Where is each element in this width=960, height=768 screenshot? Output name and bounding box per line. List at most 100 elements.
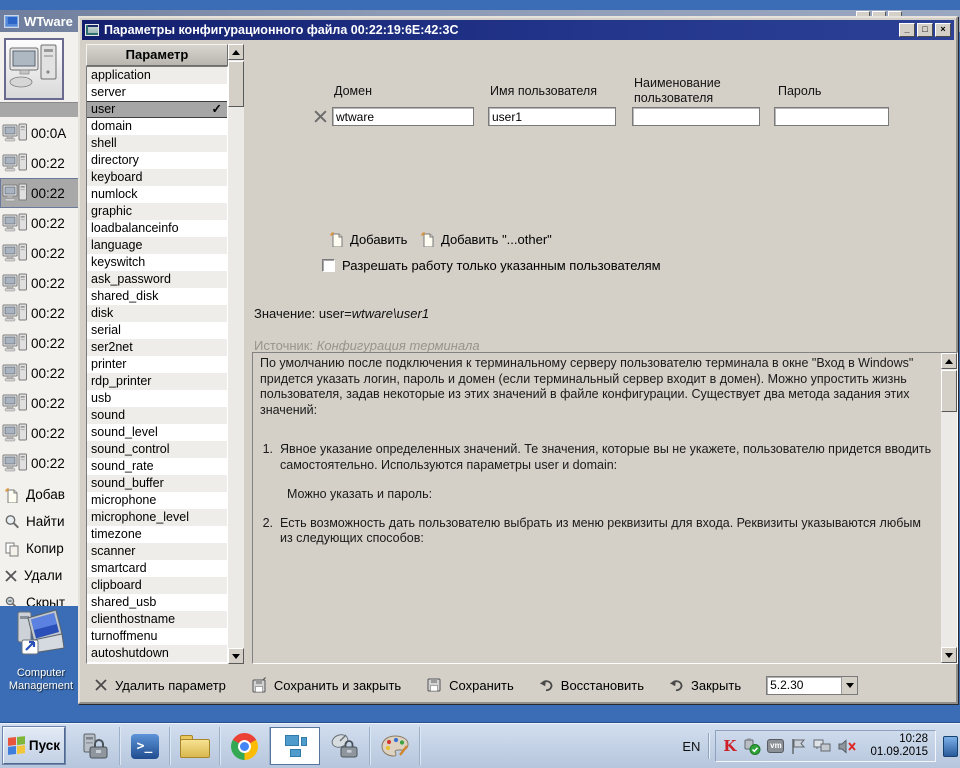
parameter-row[interactable]: shared_usb ✓ (87, 594, 227, 611)
quicklaunch-powershell[interactable]: >_ (120, 727, 170, 765)
parameter-row[interactable]: usb ✓ (87, 390, 227, 407)
parameter-list-header[interactable]: Параметр (86, 44, 228, 66)
parameter-row[interactable]: graphic ✓ (87, 203, 227, 220)
scroll-up-button[interactable] (228, 44, 244, 60)
terminal-row[interactable]: 00:22 (0, 178, 80, 208)
usb-device-icon[interactable] (742, 738, 761, 755)
show-desktop-icon[interactable] (943, 736, 958, 757)
dropdown-button[interactable] (841, 677, 857, 694)
parameter-row[interactable]: turnoffmenu ✓ (87, 628, 227, 645)
terminal-row[interactable]: 00:22 (0, 388, 80, 418)
scroll-thumb[interactable] (228, 61, 244, 107)
parameter-row[interactable]: ser2net ✓ (87, 339, 227, 356)
scroll-up-button[interactable] (941, 353, 957, 369)
sidebar-action-add[interactable]: Добав (0, 481, 80, 508)
parameter-row[interactable]: rdp_printer ✓ (87, 373, 227, 390)
save-button[interactable]: Сохранить (426, 677, 514, 693)
parameter-row[interactable]: language ✓ (87, 237, 227, 254)
computer-management-shortcut[interactable]: Computer Management (0, 604, 82, 693)
parameter-row[interactable]: ask_password ✓ (87, 271, 227, 288)
terminal-row[interactable]: 00:22 (0, 298, 80, 328)
parameter-row[interactable]: sound_level ✓ (87, 424, 227, 441)
domain-input[interactable] (332, 107, 474, 126)
parameter-row[interactable]: loadbalanceinfo ✓ (87, 220, 227, 237)
quicklaunch-explorer[interactable] (170, 727, 220, 765)
parameter-row[interactable]: clipboard ✓ (87, 577, 227, 594)
quicklaunch-chrome[interactable] (220, 727, 270, 765)
close-button[interactable]: × (935, 23, 951, 37)
parameter-row[interactable]: timezone ✓ (87, 526, 227, 543)
parameter-row[interactable]: directory ✓ (87, 152, 227, 169)
flag-icon[interactable] (790, 738, 807, 755)
save-close-button[interactable]: Сохранить и закрыть (251, 677, 401, 693)
quicklaunch-paint[interactable] (370, 727, 420, 765)
username-input[interactable] (488, 107, 616, 126)
parameter-row[interactable]: numlock ✓ (87, 186, 227, 203)
version-dropdown[interactable]: 5.2.30 (766, 676, 858, 695)
scroll-thumb[interactable] (941, 370, 957, 412)
terminal-row[interactable]: 00:22 (0, 448, 80, 478)
quicklaunch-computer-management[interactable] (70, 727, 120, 765)
parameter-row[interactable]: sound ✓ (87, 407, 227, 424)
scroll-down-button[interactable] (941, 647, 957, 663)
parameter-row[interactable]: shared_disk ✓ (87, 288, 227, 305)
parameter-row[interactable]: sound_buffer ✓ (87, 475, 227, 492)
quicklaunch-wtware-active[interactable] (270, 727, 320, 765)
close-dialog-button[interactable]: Закрыть (669, 678, 741, 693)
parameter-row[interactable]: autoshutdown ✓ (87, 645, 227, 662)
terminal-row[interactable]: 00:22 (0, 358, 80, 388)
sidebar-action-find[interactable]: Найти (0, 508, 80, 535)
terminal-row[interactable]: 00:22 (0, 268, 80, 298)
parameter-row[interactable]: domain ✓ (87, 118, 227, 135)
sidebar-action-copy[interactable]: Копир (0, 535, 80, 562)
restore-button[interactable]: Восстановить (539, 678, 644, 693)
terminal-row[interactable]: 00:22 (0, 328, 80, 358)
parameter-row[interactable]: serial ✓ (87, 322, 227, 339)
parameter-row[interactable]: shell ✓ (87, 135, 227, 152)
delete-param-button[interactable]: Удалить параметр (94, 678, 226, 693)
parameter-row[interactable]: sound_rate ✓ (87, 458, 227, 475)
parameter-row[interactable]: application ✓ (87, 67, 227, 84)
tray-clock[interactable]: 10:28 01.09.2015 (870, 733, 928, 759)
parameter-row[interactable]: user ✓ (87, 101, 227, 118)
restrict-users-checkbox[interactable] (322, 259, 335, 272)
language-indicator[interactable]: EN (674, 739, 708, 754)
parameter-row[interactable]: disk ✓ (87, 305, 227, 322)
minimize-button[interactable]: _ (899, 23, 915, 37)
parameter-row[interactable]: server ✓ (87, 84, 227, 101)
parameter-row[interactable]: scanner ✓ (87, 543, 227, 560)
vmware-tools-icon[interactable]: vm (767, 739, 784, 753)
parameter-row[interactable]: smartcard ✓ (87, 560, 227, 577)
volume-muted-icon[interactable] (838, 739, 857, 754)
maximize-button[interactable]: □ (917, 23, 933, 37)
parameter-row[interactable]: clienthostname ✓ (87, 611, 227, 628)
terminal-row[interactable]: 00:22 (0, 148, 80, 178)
parameter-row[interactable]: microphone_level ✓ (87, 509, 227, 526)
parameter-row[interactable]: keyswitch ✓ (87, 254, 227, 271)
terminal-row[interactable]: 00:22 (0, 418, 80, 448)
parameter-row[interactable]: printer ✓ (87, 356, 227, 373)
terminal-row[interactable]: 00:0A (0, 118, 80, 148)
parameter-row[interactable]: keyboard ✓ (87, 169, 227, 186)
parameter-row[interactable]: microphone ✓ (87, 492, 227, 509)
help-scrollbar[interactable] (941, 353, 957, 663)
remove-row-icon[interactable] (313, 109, 328, 124)
terminal-computer-icon (2, 332, 28, 354)
terminal-row[interactable]: 00:22 (0, 208, 80, 238)
start-button[interactable]: Пуск (3, 727, 65, 764)
dialog-titlebar[interactable]: Параметры конфигурационного файла 00:22:… (82, 20, 954, 40)
scroll-down-button[interactable] (228, 648, 244, 664)
quicklaunch-network-tools[interactable] (320, 727, 370, 765)
parameter-row[interactable]: sound_control ✓ (87, 441, 227, 458)
add-other-button[interactable]: Добавить "...other" (420, 231, 552, 247)
restrict-users-checkbox-row[interactable]: Разрешать работу только указанным пользо… (322, 258, 661, 273)
sidebar-action-delete[interactable]: Удали (0, 562, 80, 589)
add-button[interactable]: Добавить (329, 231, 407, 247)
network-status-icon[interactable] (813, 738, 832, 754)
displayname-input[interactable] (632, 107, 760, 126)
password-input[interactable] (774, 107, 889, 126)
terminal-row[interactable]: 00:22 (0, 238, 80, 268)
parameter-scrollbar[interactable] (228, 44, 244, 664)
computer-panel-button[interactable] (4, 38, 64, 100)
kaspersky-icon[interactable]: K (723, 739, 736, 754)
